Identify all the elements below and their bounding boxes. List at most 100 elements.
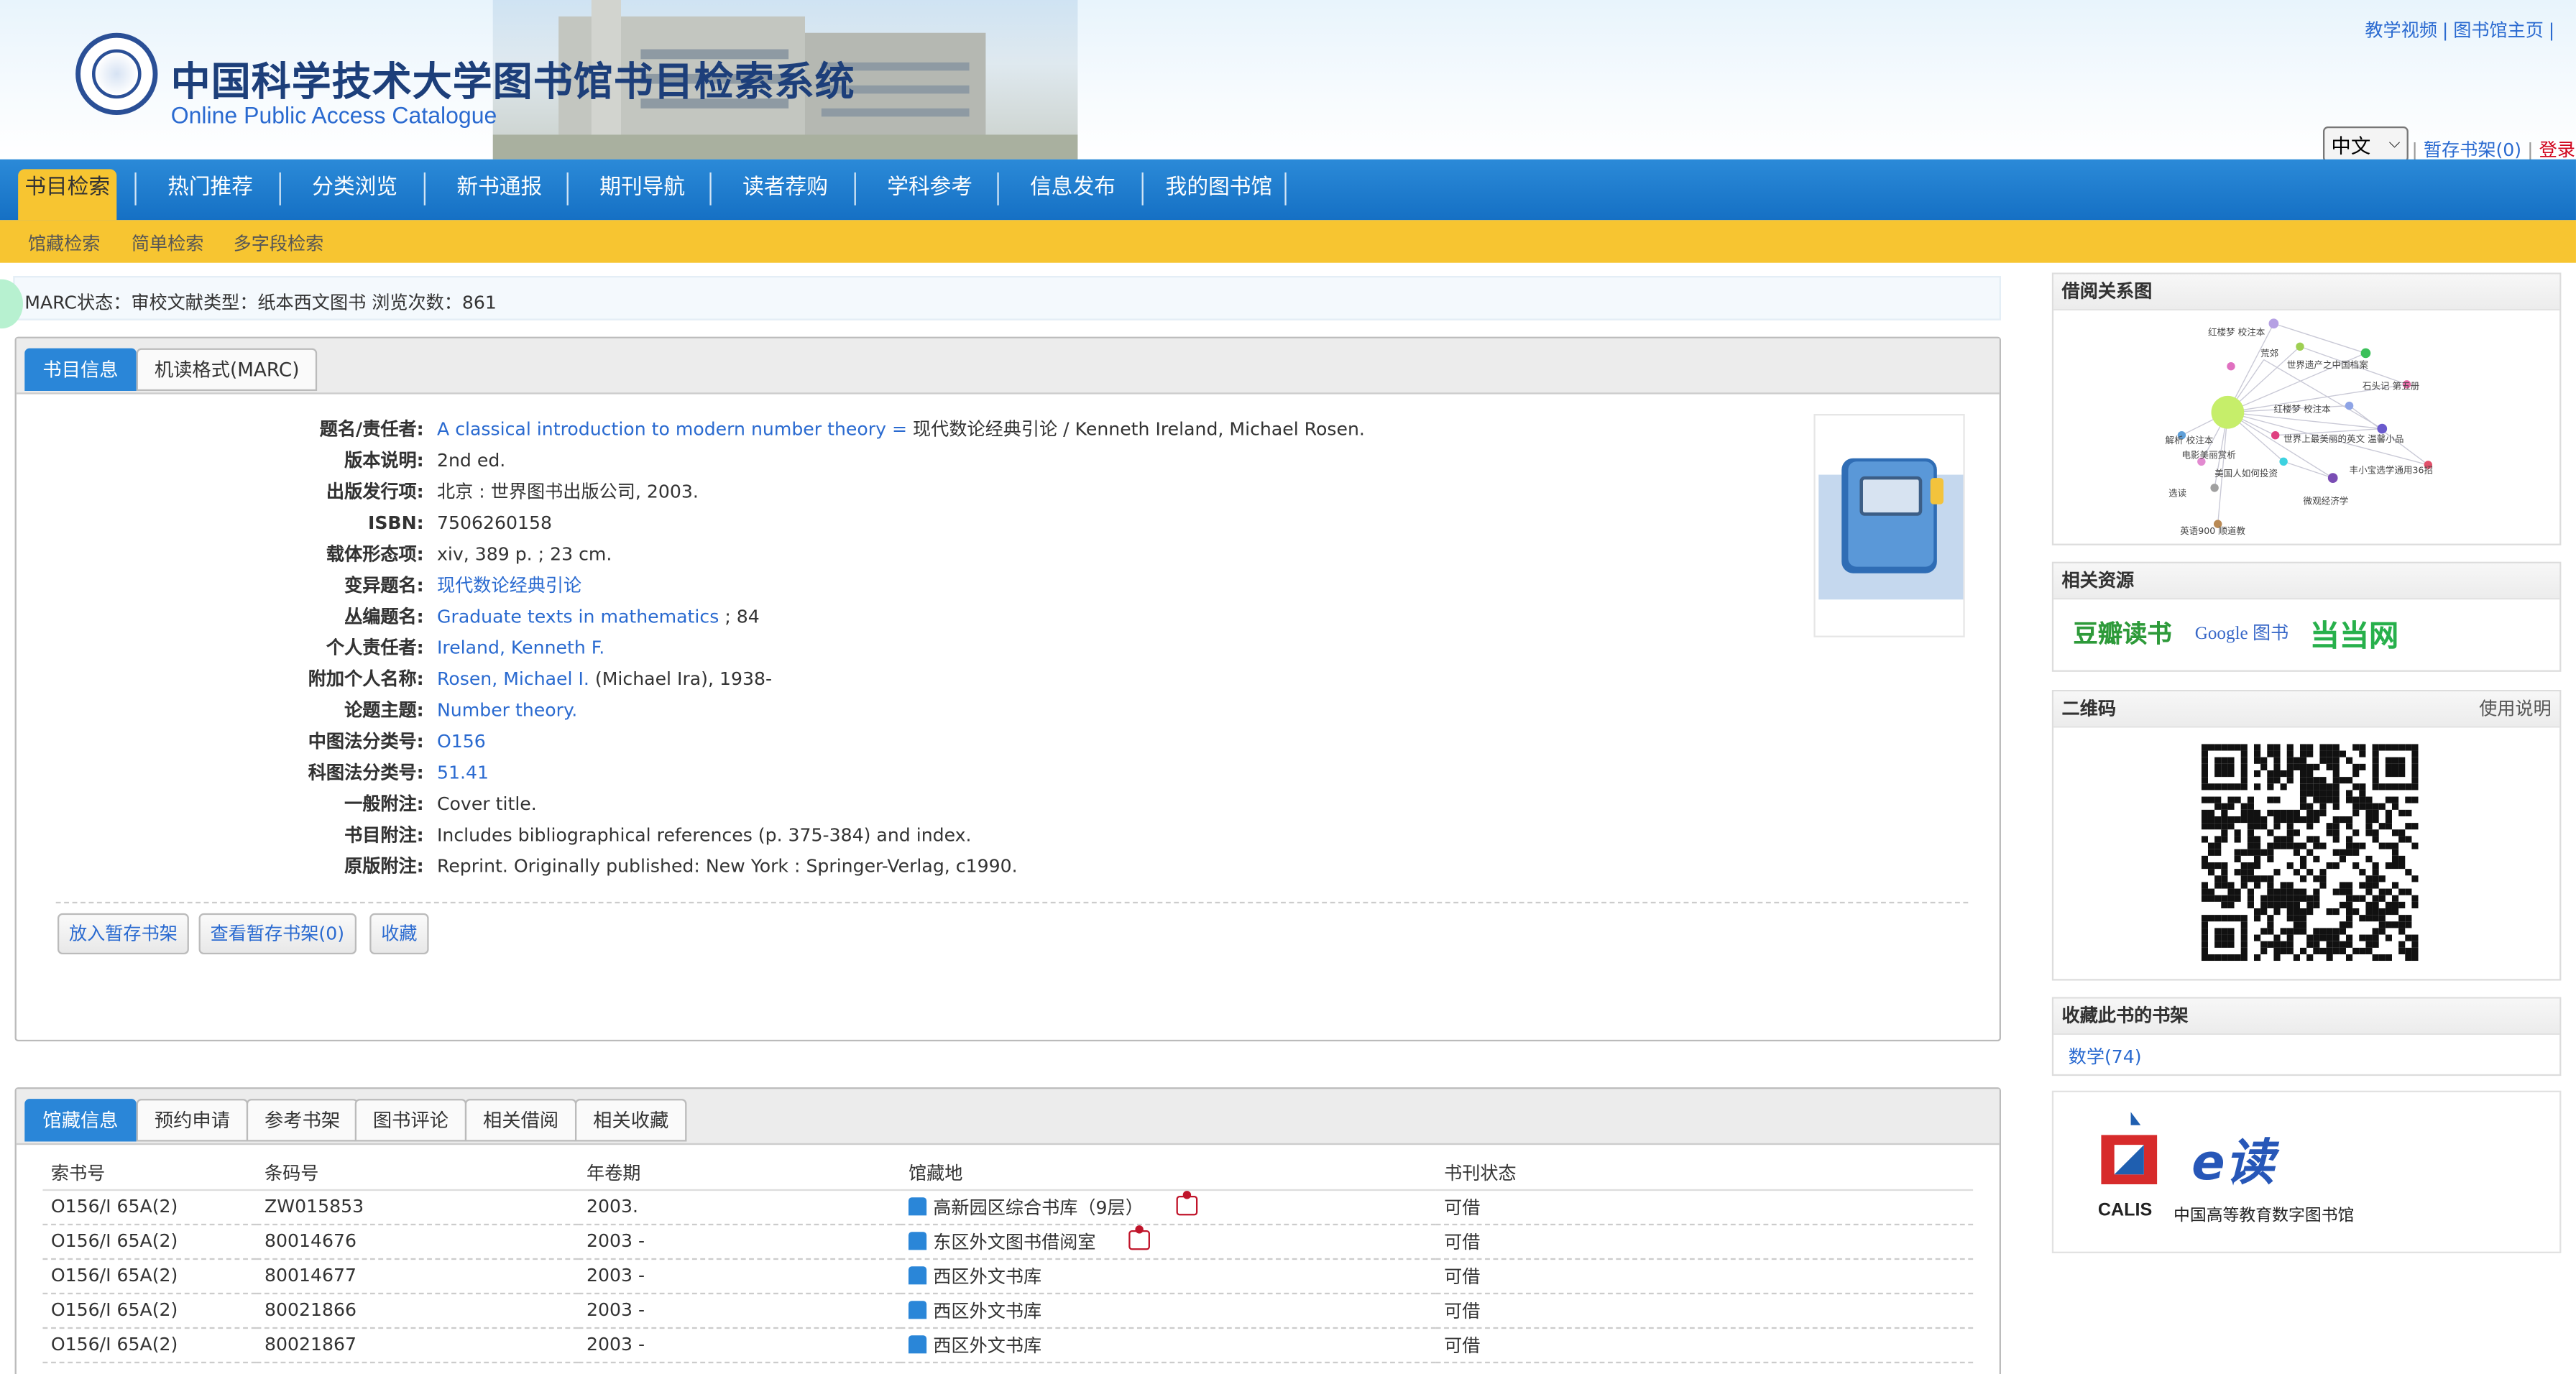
- field-row: 原版附注: Reprint. Originally published: New…: [344, 855, 1018, 877]
- col-status: 书刊状态: [1435, 1158, 1974, 1190]
- nav-item-news[interactable]: 信息发布: [1017, 169, 1128, 220]
- nav-item-recommend[interactable]: 读者荐购: [730, 169, 841, 220]
- field-row: 出版发行项: 北京 : 世界图书出版公司, 2003.: [326, 481, 699, 503]
- field-row: 版本说明: 2nd ed.: [344, 450, 506, 471]
- nav-item-my-library[interactable]: 我的图书馆: [1158, 169, 1279, 220]
- field-row: 书目附注: Includes bibliographical reference…: [344, 824, 972, 847]
- language-value: 中文: [2331, 134, 2371, 157]
- field-row: 题名/责任者: A classical introduction to mode…: [319, 418, 1365, 441]
- holdings-tabs: 馆藏信息 预约申请 参考书架 图书评论 相关借阅 相关收藏: [16, 1089, 2000, 1145]
- favorite-button[interactable]: 收藏: [369, 913, 429, 954]
- nav-item-new-books[interactable]: 新书通报: [443, 169, 555, 220]
- temp-shelf-link[interactable]: 暂存书架(0): [2424, 139, 2521, 161]
- title-link[interactable]: A classical introduction to modern numbe…: [437, 419, 907, 441]
- tab-book-info[interactable]: 书目信息: [24, 348, 137, 391]
- clc-class-link[interactable]: O156: [437, 731, 486, 752]
- book-cover-placeholder: [1813, 413, 1965, 637]
- field-row: 丛编题名: Graduate texts in mathematics ; 84: [344, 606, 760, 628]
- qr-help-link[interactable]: 使用说明: [2479, 691, 2552, 727]
- university-logo: [75, 32, 158, 115]
- field-row: ISBN: 7506260158: [367, 512, 552, 534]
- subject-link[interactable]: Number theory.: [437, 700, 577, 721]
- related-resources-title: 相关资源: [2053, 563, 2560, 600]
- nav-item-journals[interactable]: 期刊导航: [586, 169, 698, 220]
- cas-class-link[interactable]: 51.41: [437, 762, 489, 784]
- sub-nav: 馆藏检索 简单检索 多字段检索: [0, 220, 2576, 263]
- tab-marc[interactable]: 机读格式(MARC): [136, 348, 318, 391]
- library-icon: [908, 1197, 927, 1215]
- tab-reserve[interactable]: 预约申请: [136, 1099, 249, 1142]
- table-row: O156/I 65A(2) ZW015853 2003. 高新园区综合书库（9层…: [42, 1189, 1974, 1225]
- nav-item-hot[interactable]: 热门推荐: [155, 169, 266, 220]
- field-row: 中图法分类号: O156: [308, 731, 486, 752]
- dangdang-link[interactable]: 当当网: [2310, 613, 2398, 655]
- qr-code-image: [2201, 744, 2419, 962]
- graph-label: 英语900 顺道教: [2180, 525, 2245, 536]
- map-location-icon[interactable]: [1176, 1189, 1198, 1215]
- google-books-link[interactable]: Google 图书: [2195, 619, 2289, 646]
- teaching-video-link[interactable]: 教学视频: [2365, 19, 2437, 41]
- language-select[interactable]: 中文 ⌵: [2322, 126, 2409, 163]
- subnav-simple-search[interactable]: 简单检索: [132, 230, 204, 257]
- tab-reviews[interactable]: 图书评论: [354, 1099, 467, 1142]
- divider: [55, 901, 1969, 904]
- borrow-graph-box: 借阅关系图 红楼梦 校注本 荒郊 世界遗产之中国档案 石头记 第五册 红楼梦 校…: [2051, 272, 2562, 545]
- subnav-multi-field-search[interactable]: 多字段检索: [234, 230, 324, 257]
- graph-label: 选读: [2168, 487, 2187, 498]
- graph-label: 石头记 第五册: [2363, 381, 2420, 392]
- view-shelf-button[interactable]: 查看暂存书架(0): [198, 913, 356, 954]
- variant-title-link[interactable]: 现代数论经典引论: [437, 575, 581, 596]
- record-fields: 题名/责任者: A classical introduction to mode…: [17, 414, 1660, 882]
- eread-logo: e读: [2191, 1135, 2275, 1193]
- field-row: 论题主题: Number theory.: [344, 699, 578, 721]
- col-call-no: 索书号: [42, 1158, 257, 1190]
- douban-link[interactable]: 豆瓣读书: [2074, 616, 2172, 650]
- add-to-shelf-button[interactable]: 放入暂存书架: [57, 913, 189, 954]
- col-barcode: 条码号: [256, 1158, 579, 1190]
- added-author-link[interactable]: Rosen, Michael I.: [437, 668, 589, 690]
- book-info-panel: 书目信息 机读格式(MARC) 题名/责任者: A classical intr…: [14, 336, 2001, 1042]
- tab-related-borrow[interactable]: 相关借阅: [464, 1099, 577, 1142]
- shelf-math-link[interactable]: 数学(74): [2069, 1043, 2142, 1069]
- field-row: 一般附注: Cover title.: [344, 793, 537, 815]
- graph-label: 解析 校注本: [2166, 435, 2214, 446]
- nav-item-catalog-search[interactable]: 书目检索: [18, 169, 117, 221]
- calis-wordmark: CALIS: [2097, 1200, 2153, 1221]
- table-row: O156/I 65A(2) 80021867 2003 - 西区外文书库 可借: [42, 1327, 1974, 1363]
- borrow-relation-graph[interactable]: 红楼梦 校注本 荒郊 世界遗产之中国档案 石头记 第五册 红楼梦 校注本 解析 …: [2053, 310, 2559, 544]
- subnav-holdings-search[interactable]: 馆藏检索: [28, 230, 101, 257]
- holdings-panel: 馆藏信息 预约申请 参考书架 图书评论 相关借阅 相关收藏 索书号 条码号 年卷…: [14, 1087, 2001, 1374]
- favorite-shelves-box: 收藏此书的书架 数学(74): [2051, 997, 2562, 1076]
- series-link[interactable]: Graduate texts in mathematics: [437, 606, 719, 627]
- calis-description: 中国高等教育数字图书馆: [2173, 1207, 2355, 1226]
- library-home-link[interactable]: 图书馆主页: [2453, 19, 2544, 41]
- field-row: 载体形态项: xiv, 389 p. ; 23 cm.: [326, 543, 612, 566]
- field-row: 个人责任者: Ireland, Kenneth F.: [326, 637, 605, 659]
- graph-label: 丰小宝选学通用36招: [2350, 464, 2434, 475]
- nav-item-browse[interactable]: 分类浏览: [299, 169, 410, 220]
- map-location-icon[interactable]: [1128, 1224, 1150, 1250]
- holdings-table: 索书号 条码号 年卷期 馆藏地 书刊状态 O156/I 65A(2) ZW015…: [42, 1158, 1974, 1363]
- graph-label: 世界遗产之中国档案: [2287, 359, 2369, 370]
- library-icon: [908, 1265, 927, 1284]
- favorite-shelves-title: 收藏此书的书架: [2053, 998, 2560, 1035]
- calis-logo-icon: [2101, 1112, 2158, 1184]
- field-row: 变异题名: 现代数论经典引论: [344, 574, 582, 596]
- calis-banner[interactable]: CALIS e读 中国高等教育数字图书馆: [2051, 1090, 2562, 1253]
- login-link[interactable]: 登录: [2539, 139, 2575, 161]
- graph-label: 世界上最美丽的英文 温馨小品: [2283, 433, 2404, 444]
- table-row: O156/I 65A(2) 80021866 2003 - 西区外文书库 可借: [42, 1292, 1974, 1328]
- author-link[interactable]: Ireland, Kenneth F.: [437, 637, 604, 659]
- top-links: 教学视频 | 图书馆主页 |: [2365, 19, 2555, 42]
- nav-item-subject[interactable]: 学科参考: [874, 169, 985, 220]
- header: 中国科学技术大学图书馆书目检索系统 Online Public Access C…: [0, 0, 2576, 163]
- library-icon: [908, 1300, 927, 1319]
- field-row: 科图法分类号: 51.41: [308, 762, 489, 784]
- tab-related-fav[interactable]: 相关收藏: [574, 1099, 687, 1142]
- tab-holdings[interactable]: 馆藏信息: [24, 1099, 137, 1142]
- site-subtitle: Online Public Access Catalogue: [170, 101, 497, 129]
- tab-ref-shelf[interactable]: 参考书架: [246, 1099, 359, 1142]
- table-row: O156/I 65A(2) 80014677 2003 - 西区外文书库 可借: [42, 1258, 1974, 1294]
- field-row: 附加个人名称: Rosen, Michael I. (Michael Ira),…: [308, 668, 773, 690]
- borrow-graph-title: 借阅关系图: [2053, 274, 2560, 310]
